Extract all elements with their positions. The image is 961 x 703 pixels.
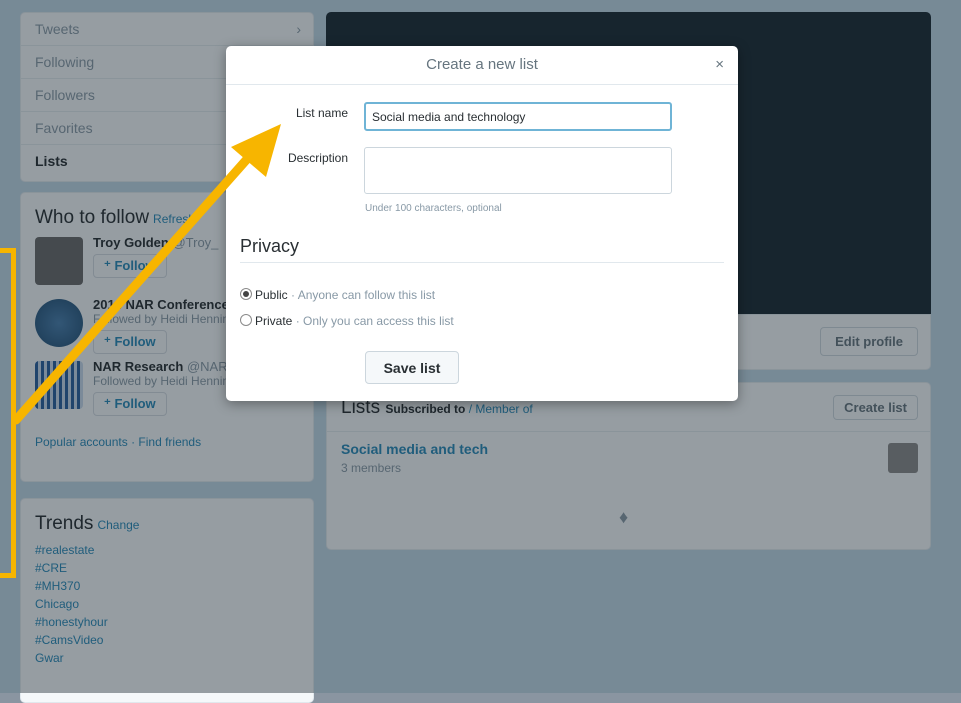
save-list-button[interactable]: Save list: [365, 351, 459, 384]
private-description: · Only you can access this list: [292, 314, 454, 328]
privacy-title: Privacy: [240, 236, 300, 256]
list-name-input[interactable]: [364, 102, 672, 131]
dialog-header: Create a new list ×: [226, 46, 738, 85]
public-option[interactable]: Public · Anyone can follow this list: [240, 288, 435, 302]
private-radio[interactable]: [240, 314, 252, 326]
description-label: Description: [287, 151, 348, 165]
save-list-label: Save list: [383, 360, 441, 376]
dialog-title: Create a new list: [426, 56, 538, 73]
public-description: · Anyone can follow this list: [287, 288, 436, 302]
close-icon[interactable]: ×: [715, 46, 724, 84]
private-option[interactable]: Private · Only you can access this list: [240, 314, 454, 328]
public-radio[interactable]: [240, 288, 252, 300]
description-field[interactable]: [364, 147, 672, 194]
description-hint: Under 100 characters, optional: [365, 203, 502, 214]
list-name-label: List name: [295, 106, 348, 120]
private-label: Private: [255, 314, 293, 328]
public-label: Public: [255, 288, 288, 302]
create-list-dialog: Create a new list × List name Descriptio…: [226, 46, 738, 401]
callout-bracket: [0, 248, 16, 578]
divider: [240, 262, 724, 263]
